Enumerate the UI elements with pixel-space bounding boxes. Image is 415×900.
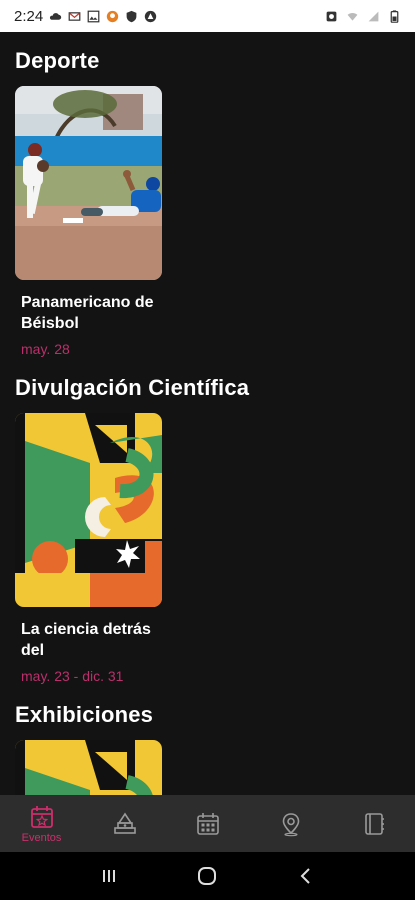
nav-calendar[interactable] <box>173 795 243 852</box>
app-triangle-icon <box>145 10 157 22</box>
home-icon <box>198 867 217 885</box>
calendar-star-icon <box>30 805 53 828</box>
map-pin-icon <box>282 812 299 836</box>
events-content[interactable]: Deporte Panamericano de Béisbol may. 28 … <box>0 32 415 795</box>
nav-monument[interactable] <box>90 795 160 852</box>
event-title: Panamericano de Béisbol <box>21 294 154 332</box>
section-title: Divulgación Científica <box>15 375 250 400</box>
section-title: Exhibiciones <box>15 702 154 727</box>
bottom-nav: Eventos <box>0 795 415 852</box>
recent-apps-icon <box>103 870 116 882</box>
nav-label-eventos: Eventos <box>21 831 62 844</box>
system-nav-bar <box>0 852 415 900</box>
cloud-icon <box>50 12 62 20</box>
event-date: may. 28 <box>21 341 70 357</box>
status-system-icons <box>325 9 401 23</box>
status-bar: 2:24 <box>0 0 415 32</box>
abstract-art <box>15 740 162 795</box>
home-button[interactable] <box>192 861 222 891</box>
section-divulgacion: Divulgación Científica La ciencia detrás… <box>15 375 400 684</box>
event-card-beisbol[interactable]: Panamericano de Béisbol may. 28 <box>15 86 162 357</box>
section-exhibiciones: Exhibiciones <box>15 702 400 795</box>
section-title: Deporte <box>15 48 100 73</box>
event-card-ciencia[interactable]: La ciencia detrás del may. 23 - dic. 31 <box>15 413 162 684</box>
status-notification-icons <box>49 10 157 23</box>
back-icon <box>300 868 310 884</box>
mail-icon <box>68 11 81 21</box>
image-icon <box>87 10 100 22</box>
event-date: may. 23 - dic. 31 <box>21 668 124 684</box>
event-image-abstract <box>15 740 162 795</box>
shield-icon <box>126 10 137 22</box>
event-image-baseball <box>15 86 162 280</box>
app-orange-icon <box>107 10 119 22</box>
baseball-photo <box>15 86 162 280</box>
status-time: 2:24 <box>14 7 44 25</box>
nav-map[interactable] <box>256 795 326 852</box>
nav-eventos[interactable]: Eventos <box>7 795 77 852</box>
notebook-icon <box>364 812 384 835</box>
abstract-art <box>15 413 162 607</box>
event-image-abstract <box>15 413 162 607</box>
battery-icon <box>390 9 399 23</box>
calendar-grid-icon <box>196 812 219 835</box>
event-title: La ciencia detrás del <box>21 621 151 659</box>
section-deporte: Deporte Panamericano de Béisbol may. 28 <box>15 48 400 357</box>
alarm-icon <box>326 11 337 21</box>
wifi-icon <box>347 12 358 21</box>
signal-icon <box>368 11 379 21</box>
back-button[interactable] <box>291 861 321 891</box>
recent-apps-button[interactable] <box>94 861 124 891</box>
nav-notebook[interactable] <box>339 795 409 852</box>
monument-icon <box>113 812 136 834</box>
event-card-exhibicion[interactable] <box>15 740 162 795</box>
